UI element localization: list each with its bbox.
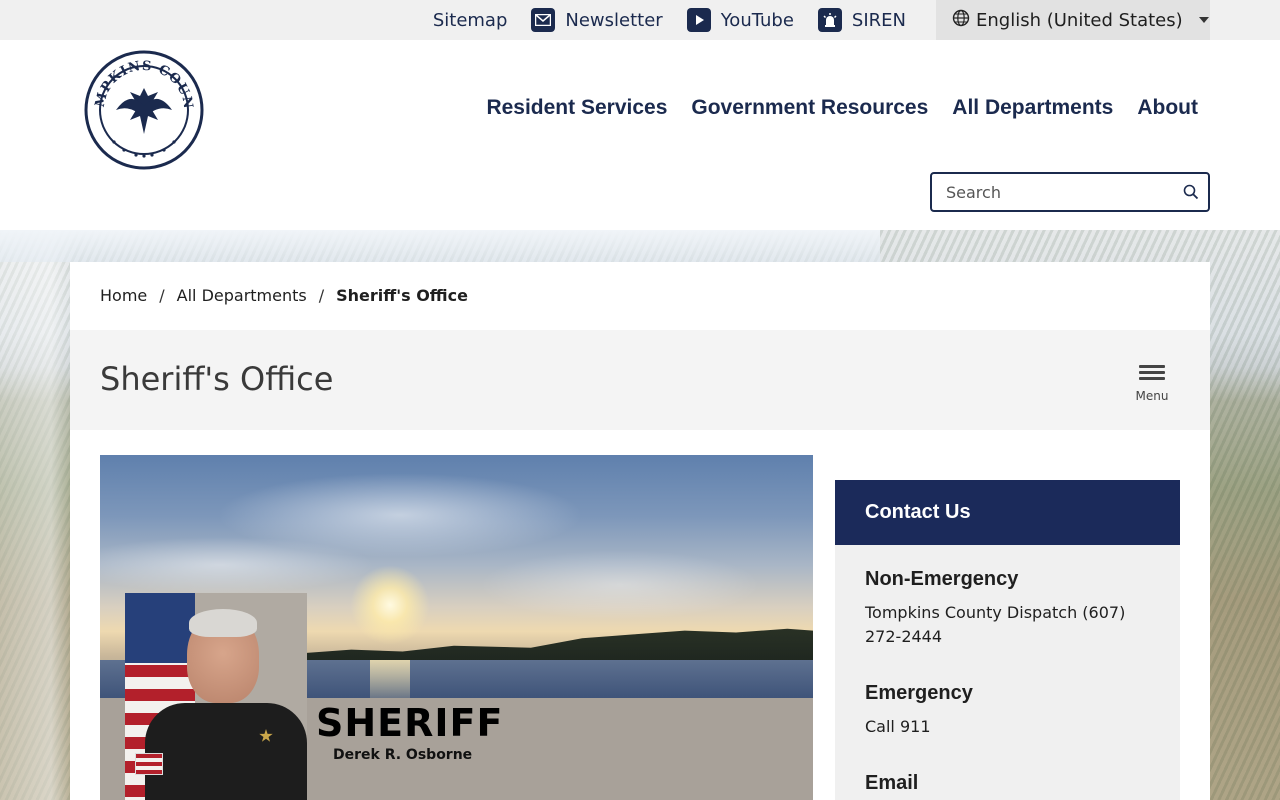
header-band bbox=[0, 230, 880, 262]
portrait-hair bbox=[189, 609, 257, 637]
contact-text: Call 911 bbox=[865, 717, 931, 736]
nav-government-resources[interactable]: Government Resources bbox=[691, 96, 928, 120]
sitemap-label: Sitemap bbox=[432, 9, 508, 31]
site-header: TOMPKINS COUNTY Resident Services Govern… bbox=[0, 39, 1280, 262]
breadcrumb-home[interactable]: Home bbox=[100, 286, 147, 305]
search-button[interactable] bbox=[1174, 174, 1208, 210]
contact-title: Contact Us bbox=[865, 501, 971, 523]
breadcrumb-all-departments[interactable]: All Departments bbox=[177, 286, 307, 305]
main-nav: Resident Services Government Resources A… bbox=[486, 96, 1198, 120]
nav-resident-services[interactable]: Resident Services bbox=[486, 96, 667, 120]
contact-heading: Non-Emergency bbox=[865, 568, 1019, 590]
nav-about[interactable]: About bbox=[1137, 96, 1198, 120]
county-seal-logo[interactable]: TOMPKINS COUNTY bbox=[78, 39, 204, 170]
section-menu-button[interactable]: Menu bbox=[1122, 362, 1182, 403]
contact-heading: Emergency bbox=[865, 682, 973, 704]
youtube-label: YouTube bbox=[720, 9, 794, 31]
hamburger-icon bbox=[1139, 362, 1165, 383]
contact-emergency: Emergency Call 911 bbox=[865, 682, 1155, 739]
menu-label: Menu bbox=[1135, 389, 1169, 403]
breadcrumb-current: Sheriff's Office bbox=[336, 286, 468, 305]
newsletter-label: Newsletter bbox=[565, 9, 663, 31]
sheriff-portrait bbox=[125, 593, 307, 800]
title-bar: Sheriff's Office Menu bbox=[70, 330, 1210, 430]
contact-header: Contact Us bbox=[835, 480, 1180, 545]
language-label: English (United States) bbox=[976, 9, 1183, 31]
breadcrumb: Home / All Departments / Sheriff's Offic… bbox=[100, 286, 468, 305]
siren-label: SIREN bbox=[851, 9, 906, 31]
newsletter-link[interactable]: Newsletter bbox=[531, 8, 663, 32]
breadcrumb-separator: / bbox=[159, 286, 165, 305]
youtube-link[interactable]: YouTube bbox=[686, 8, 794, 32]
sitemap-link[interactable]: Sitemap bbox=[433, 10, 508, 31]
search-icon bbox=[1183, 184, 1199, 200]
contact-non-emergency: Non-Emergency Tompkins County Dispatch (… bbox=[865, 568, 1155, 649]
language-select[interactable]: English (United States) bbox=[936, 0, 1210, 40]
contact-text: Tompkins County Dispatch (607) 272-2444 bbox=[865, 603, 1126, 646]
hero-sun bbox=[350, 565, 430, 645]
search-input[interactable] bbox=[932, 174, 1174, 210]
contact-panel: Contact Us Non-Emergency Tompkins County… bbox=[835, 480, 1180, 800]
content-card: Home / All Departments / Sheriff's Offic… bbox=[70, 262, 1210, 800]
contact-heading: Email bbox=[865, 772, 919, 794]
contact-email: Email bbox=[865, 772, 1155, 800]
chevron-down-icon bbox=[1198, 17, 1209, 23]
portrait-uniform bbox=[145, 703, 307, 800]
youtube-icon bbox=[686, 8, 711, 32]
hero-subtitle: Derek R. Osborne bbox=[333, 747, 473, 763]
flag-patch-icon bbox=[135, 753, 163, 775]
hero-title: SHERIFF bbox=[316, 701, 504, 745]
siren-link[interactable]: SIREN bbox=[817, 8, 906, 32]
nav-all-departments[interactable]: All Departments bbox=[952, 96, 1113, 120]
siren-icon bbox=[817, 8, 842, 32]
utility-bar: Sitemap Newsletter YouTube SIREN English… bbox=[0, 0, 1280, 40]
search-box bbox=[930, 172, 1210, 212]
page-title: Sheriff's Office bbox=[100, 360, 334, 398]
envelope-icon bbox=[531, 8, 556, 32]
globe-icon bbox=[952, 9, 970, 32]
breadcrumb-separator: / bbox=[318, 286, 325, 305]
utility-links: Sitemap Newsletter YouTube SIREN bbox=[433, 0, 906, 40]
hero-image: SHERIFF Derek R. Osborne bbox=[100, 455, 813, 800]
